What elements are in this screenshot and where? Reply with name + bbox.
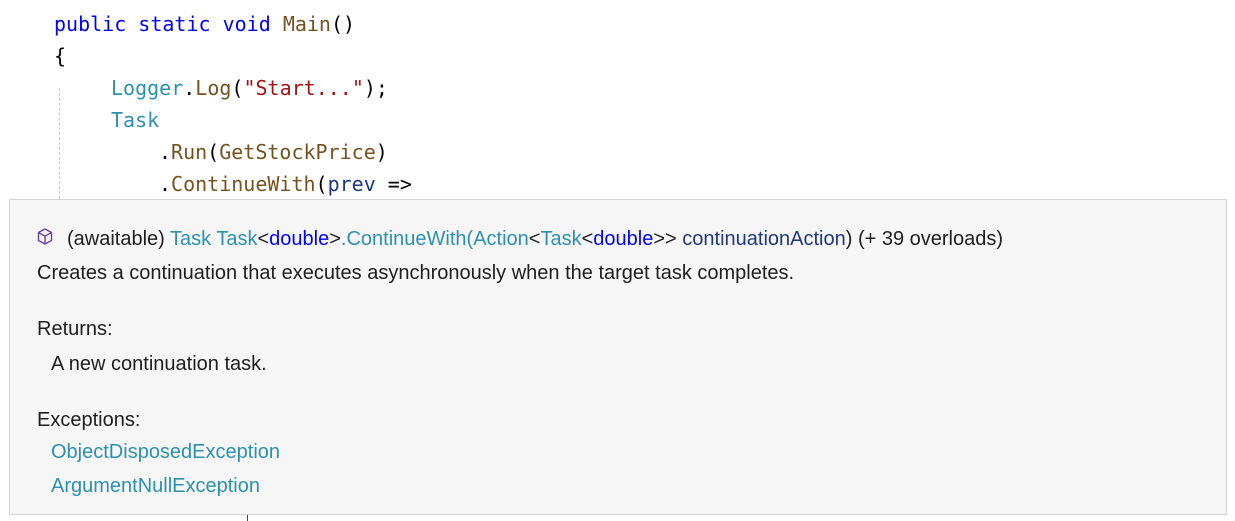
generic-close: > xyxy=(329,228,341,250)
exception-link[interactable]: ObjectDisposedException xyxy=(51,439,280,465)
dot: . xyxy=(159,172,172,196)
close-paren: ); xyxy=(363,76,388,100)
code-line-6: .ContinueWith(prev => xyxy=(159,168,412,200)
returns-description: A new continuation task. xyxy=(51,353,267,375)
code-line-2: { xyxy=(54,40,66,72)
returns-heading: Returns: xyxy=(37,318,113,340)
awaitable-prefix: (awaitable) xyxy=(67,228,171,250)
keyword-static: static xyxy=(138,12,211,36)
parameter-name: continuationAction xyxy=(682,228,846,250)
method-name-main: Main xyxy=(282,12,331,36)
method-description: Creates a continuation that executes asy… xyxy=(37,262,795,284)
method-group-getstockprice: GetStockPrice xyxy=(219,140,376,164)
generic-keyword-double: double xyxy=(269,228,330,250)
indent-guide xyxy=(59,88,60,199)
generic-keyword-double: double xyxy=(593,228,654,250)
lambda-param-prev: prev xyxy=(327,172,376,196)
owner-type[interactable]: Task xyxy=(216,228,257,250)
type-logger: Logger xyxy=(111,76,184,100)
method-cube-icon xyxy=(37,228,53,246)
dot: . xyxy=(159,140,172,164)
quickinfo-tooltip: (awaitable) Task Task<double>.ContinueWi… xyxy=(9,199,1227,515)
code-line-1: public static void Main() xyxy=(54,8,355,40)
keyword-void: void xyxy=(222,12,271,36)
exception-link[interactable]: ArgumentNullException xyxy=(51,473,260,499)
method-continuewith[interactable]: ContinueWith xyxy=(171,172,316,196)
parens: () xyxy=(330,12,356,36)
return-type[interactable]: Task xyxy=(170,228,211,250)
close-paren: ) xyxy=(375,140,388,164)
method-run: Run xyxy=(171,140,208,164)
text-cursor xyxy=(247,515,248,521)
method-signature: (awaitable) Task Task<double>.ContinueWi… xyxy=(67,226,1003,252)
param-type-action[interactable]: Action xyxy=(473,228,529,250)
code-line-3: Logger.Log("Start..."); xyxy=(111,72,388,104)
overloads-count: ) (+ 39 overloads) xyxy=(845,228,1004,250)
keyword-public: public xyxy=(54,12,127,36)
generic-close: >> xyxy=(653,228,677,250)
type-task: Task xyxy=(111,108,160,132)
method-name: .ContinueWith( xyxy=(340,228,474,250)
open-paren: ( xyxy=(231,76,244,100)
code-line-4: Task xyxy=(111,104,159,136)
string-literal: "Start..." xyxy=(243,76,364,100)
generic-open: < xyxy=(528,228,541,250)
generic-open: < xyxy=(581,228,594,250)
dot: . xyxy=(183,76,196,100)
generic-open: < xyxy=(257,228,270,250)
exceptions-heading: Exceptions: xyxy=(37,409,141,431)
open-paren: ( xyxy=(207,140,220,164)
code-line-5: .Run(GetStockPrice) xyxy=(159,136,388,168)
open-brace: { xyxy=(54,44,67,68)
lambda-arrow: => xyxy=(375,172,412,196)
method-log: Log xyxy=(195,76,232,100)
open-paren: ( xyxy=(315,172,328,196)
param-type-task[interactable]: Task xyxy=(540,228,581,250)
